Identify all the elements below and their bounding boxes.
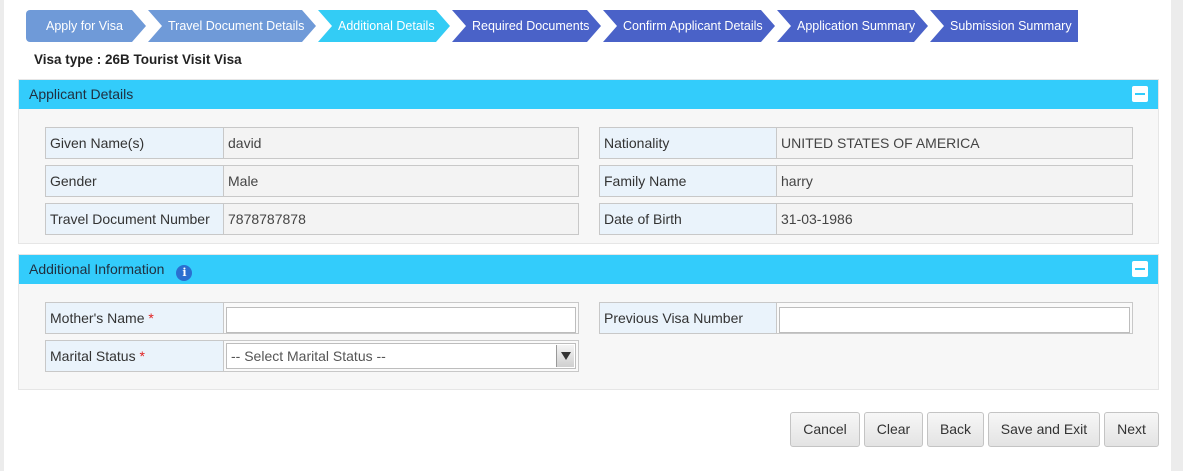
visa-type: Visa type : 26B Tourist Visit Visa bbox=[34, 52, 242, 67]
save-and-exit-button[interactable]: Save and Exit bbox=[988, 412, 1100, 447]
given-name-label: Given Name(s) bbox=[46, 128, 224, 158]
step-confirm-applicant-details[interactable]: Confirm Applicant Details bbox=[603, 10, 775, 42]
prev-visa-row: Previous Visa Number bbox=[599, 302, 1133, 334]
mother-name-input[interactable] bbox=[226, 307, 576, 333]
marital-status-label-text: Marital Status bbox=[50, 348, 136, 364]
step-application-summary[interactable]: Application Summary bbox=[777, 10, 928, 42]
applicant-details-title: Applicant Details bbox=[29, 86, 134, 102]
gender-row: Gender Male bbox=[45, 165, 579, 197]
required-mark: * bbox=[148, 310, 154, 326]
doc-number-row: Travel Document Number 7878787878 bbox=[45, 203, 579, 235]
dob-row: Date of Birth 31-03-1986 bbox=[599, 203, 1133, 235]
nationality-value: UNITED STATES OF AMERICA bbox=[777, 128, 1132, 158]
dob-label: Date of Birth bbox=[600, 204, 777, 234]
step-additional-details[interactable]: Additional Details bbox=[318, 10, 450, 42]
prev-visa-label: Previous Visa Number bbox=[600, 303, 777, 333]
given-name-row: Given Name(s) david bbox=[45, 127, 579, 159]
collapse-icon[interactable] bbox=[1132, 261, 1148, 277]
mother-name-label-text: Mother's Name bbox=[50, 310, 145, 326]
marital-status-row: Marital Status * -- Select Marital Statu… bbox=[45, 340, 579, 372]
marital-status-selected: -- Select Marital Status -- bbox=[231, 348, 386, 364]
prev-visa-input[interactable] bbox=[779, 307, 1130, 333]
family-name-row: Family Name harry bbox=[599, 165, 1133, 197]
nationality-row: Nationality UNITED STATES OF AMERICA bbox=[599, 127, 1133, 159]
back-button[interactable]: Back bbox=[927, 412, 984, 447]
additional-info-header[interactable]: Additional Information i bbox=[19, 255, 1158, 284]
prev-visa-cell bbox=[777, 303, 1132, 333]
additional-info-title: Additional Information bbox=[29, 261, 165, 277]
applicant-details-header[interactable]: Applicant Details bbox=[19, 80, 1158, 109]
clear-button[interactable]: Clear bbox=[864, 412, 923, 447]
family-name-value: harry bbox=[777, 166, 1132, 196]
marital-status-cell: -- Select Marital Status -- bbox=[224, 341, 578, 371]
mother-name-cell bbox=[224, 303, 578, 333]
step-travel-document-details[interactable]: Travel Document Details bbox=[148, 10, 316, 42]
given-name-value: david bbox=[224, 128, 578, 158]
step-submission-summary[interactable]: Submission Summary bbox=[930, 10, 1078, 42]
marital-status-label: Marital Status * bbox=[46, 341, 224, 371]
family-name-label: Family Name bbox=[600, 166, 777, 196]
collapse-icon[interactable] bbox=[1132, 86, 1148, 102]
step-apply-for-visa[interactable]: Apply for Visa bbox=[26, 10, 146, 42]
gender-label: Gender bbox=[46, 166, 224, 196]
chevron-down-icon[interactable] bbox=[556, 345, 574, 367]
gender-value: Male bbox=[224, 166, 578, 196]
mother-name-row: Mother's Name * bbox=[45, 302, 579, 334]
doc-number-label: Travel Document Number bbox=[46, 204, 224, 234]
info-icon[interactable]: i bbox=[176, 265, 193, 281]
nationality-label: Nationality bbox=[600, 128, 777, 158]
doc-number-value: 7878787878 bbox=[224, 204, 578, 234]
dob-value: 31-03-1986 bbox=[777, 204, 1132, 234]
marital-status-select[interactable]: -- Select Marital Status -- bbox=[226, 343, 576, 369]
wizard-steps: Apply for Visa Travel Document Details A… bbox=[26, 10, 1080, 42]
mother-name-label: Mother's Name * bbox=[46, 303, 224, 333]
step-required-documents[interactable]: Required Documents bbox=[452, 10, 601, 42]
cancel-button[interactable]: Cancel bbox=[790, 412, 860, 447]
required-mark: * bbox=[139, 348, 145, 364]
next-button[interactable]: Next bbox=[1104, 412, 1159, 447]
